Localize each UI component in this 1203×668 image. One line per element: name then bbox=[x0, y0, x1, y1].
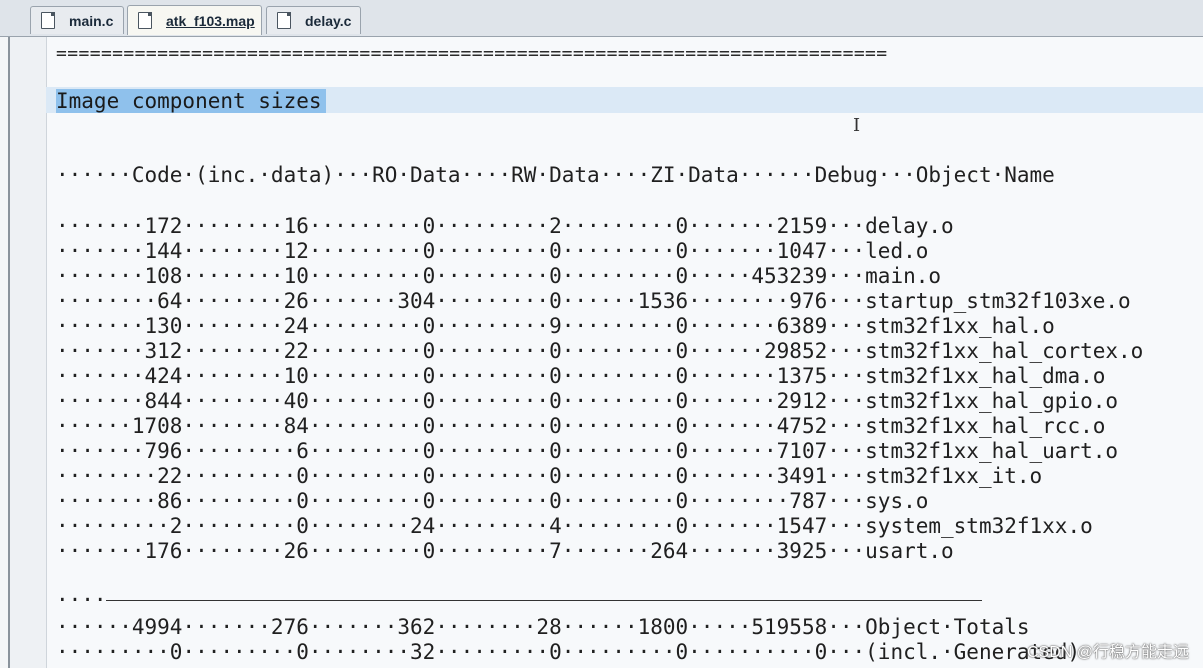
tab-delay-c[interactable]: delay.c bbox=[266, 6, 361, 34]
file-icon bbox=[138, 12, 152, 29]
selected-text[interactable]: Image component sizes bbox=[56, 89, 326, 113]
table-row: ·······176········26·········0·········7… bbox=[56, 539, 954, 563]
table-row: ········86·········0·········0·········0… bbox=[56, 489, 929, 513]
table-row: ·······796·········6·········0·········0… bbox=[56, 439, 1119, 463]
tab-label: delay.c bbox=[305, 12, 352, 29]
table-row: ·······172········16·········0·········2… bbox=[56, 214, 954, 238]
watermark: CSDN @行稳方能走远 bbox=[1026, 644, 1189, 661]
table-row: ·········2·········0········24·········4… bbox=[56, 514, 1093, 538]
editor-pane[interactable]: ========================================… bbox=[8, 37, 1203, 668]
text-cursor-icon: I bbox=[853, 115, 861, 136]
tab-label: atk_f103.map bbox=[166, 12, 255, 29]
tab-bar: main.c atk_f103.map delay.c bbox=[0, 0, 1203, 37]
table-row: ······1708········84·········0·········0… bbox=[56, 414, 1106, 438]
generated-row: ·········0·········0········32·········0… bbox=[56, 640, 1081, 664]
table-row: ·······424········10·········0·········0… bbox=[56, 364, 1106, 388]
totals-divider bbox=[106, 600, 982, 601]
table-row: ·······312········22·········0·········0… bbox=[56, 339, 1144, 363]
tab-label: main.c bbox=[69, 12, 114, 29]
separator-line: ========================================… bbox=[56, 43, 888, 64]
table-row: ·······108········10·········0·········0… bbox=[56, 264, 942, 288]
totals-row: ······4994·······276·······362········28… bbox=[56, 615, 1030, 639]
rule-prefix: ···· bbox=[56, 588, 107, 612]
table-header: ······Code·(inc.·data)···RO·Data····RW·D… bbox=[56, 163, 1055, 187]
table-row: ········64········26·······304·········0… bbox=[56, 289, 1131, 313]
file-icon bbox=[41, 12, 55, 29]
table-row: ·······844········40·········0·········0… bbox=[56, 389, 1119, 413]
file-icon bbox=[277, 12, 291, 29]
tab-main-c[interactable]: main.c bbox=[30, 6, 124, 34]
table-row: ·······144········12·········0·········0… bbox=[56, 239, 929, 263]
tab-atk-f103-map[interactable]: atk_f103.map bbox=[127, 5, 262, 35]
editor-gutter bbox=[10, 37, 47, 668]
table-row: ········22·········0·········0·········0… bbox=[56, 464, 1043, 488]
table-row: ·······130········24·········0·········9… bbox=[56, 314, 1055, 338]
